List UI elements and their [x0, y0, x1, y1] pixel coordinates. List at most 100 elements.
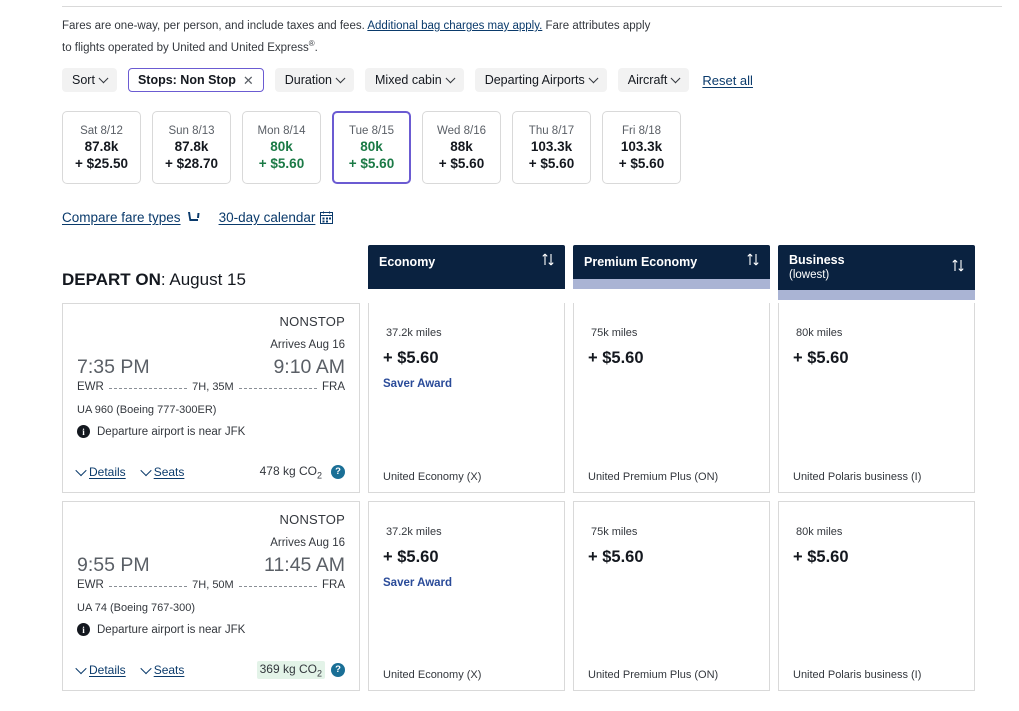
- close-icon[interactable]: ✕: [243, 74, 254, 87]
- reset-all-link[interactable]: Reset all: [702, 73, 753, 88]
- origin-code: EWR: [77, 381, 104, 393]
- date-tile-day: Thu 8/17: [528, 124, 575, 137]
- date-tile[interactable]: Sat 8/12 87.8k + $25.50: [62, 111, 141, 184]
- date-tile-miles: 88k: [450, 138, 473, 154]
- fare-cash: + $5.60: [793, 349, 849, 367]
- destination-code: FRA: [322, 381, 346, 393]
- details-label: Details: [89, 662, 126, 677]
- top-divider: [62, 6, 1002, 7]
- cabin-header-economy[interactable]: Economy: [368, 245, 565, 279]
- filter-mixed-cabin[interactable]: Mixed cabin: [365, 68, 464, 92]
- fare-cell[interactable]: 80k miles + $5.60 United Polaris business…: [778, 501, 975, 691]
- filter-departing-airports[interactable]: Departing Airports: [474, 68, 607, 92]
- flight-card-actions: Details Seats 369 kg CO2 ?: [75, 660, 345, 679]
- fare-miles-unit: miles: [611, 327, 638, 339]
- date-tile[interactable]: Mon 8/14 80k + $5.60: [242, 111, 321, 184]
- filter-aircraft-label: Aircraft: [627, 73, 668, 87]
- date-tile-miles: 103.3k: [620, 138, 663, 154]
- date-tile[interactable]: Fri 8/18 103.3k + $5.60: [602, 111, 681, 184]
- filter-stops-label: Stops: Non Stop: [137, 73, 236, 87]
- seats-toggle[interactable]: Seats: [140, 464, 185, 479]
- filter-mixed-cabin-label: Mixed cabin: [375, 73, 442, 87]
- cabin-header-business[interactable]: Business (lowest): [778, 245, 975, 290]
- fare-cell[interactable]: 75k miles + $5.60 United Premium Plus (ON…: [573, 303, 770, 493]
- 30-day-calendar-link[interactable]: 30-day calendar: [219, 210, 334, 225]
- chevron-down-icon: [75, 464, 87, 477]
- route-row: EWR 7H, 50M FRA: [77, 579, 345, 591]
- route-line: [108, 585, 188, 587]
- help-icon[interactable]: ?: [331, 662, 345, 677]
- destination-code: FRA: [322, 579, 346, 591]
- depart-on-heading: DEPART ON: August 15: [62, 270, 246, 290]
- filter-duration[interactable]: Duration: [274, 68, 354, 92]
- co2-amount: 478 kg CO: [259, 463, 317, 478]
- chevron-down-icon: [335, 72, 346, 83]
- fare-miles: 80k miles: [793, 520, 960, 540]
- fare-cell[interactable]: 37.2k miles + $5.60 Saver Award United Ec…: [368, 501, 565, 691]
- flight-times: 9:55 PM 11:45 AM: [77, 554, 345, 577]
- date-selector-strip: Sat 8/12 87.8k + $25.50 Sun 8/13 87.8k +…: [62, 111, 681, 184]
- date-tile-selected[interactable]: Tue 8/15 80k + $5.60: [332, 111, 411, 184]
- fare-cell[interactable]: 75k miles + $5.60 United Premium Plus (ON…: [573, 501, 770, 691]
- sort-icon[interactable]: [951, 258, 965, 278]
- date-tile[interactable]: Thu 8/17 103.3k + $5.60: [512, 111, 591, 184]
- date-tile-cash: + $28.70: [165, 155, 218, 171]
- details-toggle[interactable]: Details: [75, 662, 126, 677]
- fare-cell[interactable]: 37.2k miles + $5.60 Saver Award United Ec…: [368, 303, 565, 493]
- disclaimer-period: .: [314, 41, 318, 54]
- filter-sort-label: Sort: [72, 73, 95, 87]
- fare-miles-value: 80k: [796, 526, 814, 538]
- date-tile-cash: + $5.60: [438, 155, 485, 171]
- flight-card: NONSTOP Arrives Aug 16 9:55 PM 11:45 AM …: [62, 501, 360, 691]
- date-tile-miles: 80k: [360, 138, 383, 154]
- 30-day-calendar-label: 30-day calendar: [218, 210, 316, 225]
- filter-sort[interactable]: Sort: [62, 68, 117, 92]
- flight-search-results: Fares are one-way, per person, and inclu…: [0, 0, 1019, 711]
- seats-label: Seats: [153, 464, 185, 479]
- chevron-down-icon: [140, 464, 152, 477]
- chevron-down-icon: [140, 662, 152, 675]
- cabin-header-premium-economy[interactable]: Premium Economy: [573, 245, 770, 279]
- co2-amount: 369 kg CO: [259, 661, 317, 676]
- help-icon[interactable]: ?: [331, 464, 345, 479]
- fare-miles: 37.2k miles: [383, 321, 550, 341]
- date-tile[interactable]: Wed 8/16 88k + $5.60: [422, 111, 501, 184]
- departure-time: 9:55 PM: [77, 554, 150, 576]
- co2-emissions: 369 kg CO2 ?: [256, 660, 345, 679]
- seats-toggle[interactable]: Seats: [140, 662, 184, 677]
- sort-icon[interactable]: [746, 252, 760, 272]
- depart-on-date: August 15: [169, 270, 246, 289]
- chevron-down-icon: [98, 72, 109, 83]
- fare-miles-unit: miles: [816, 327, 843, 339]
- details-toggle[interactable]: Details: [75, 464, 126, 479]
- sort-icon[interactable]: [541, 252, 555, 272]
- date-tile-miles: 87.8k: [174, 138, 209, 154]
- cabin-title: Premium Economy: [584, 255, 698, 269]
- fare-miles-value: 37.2k: [386, 327, 413, 339]
- fare-cell[interactable]: 80k miles + $5.60 United Polaris business…: [778, 303, 975, 493]
- fare-miles-unit: miles: [816, 526, 843, 538]
- compare-fare-types-link[interactable]: Compare fare types: [62, 210, 201, 225]
- date-tile-cash: + $5.60: [618, 155, 665, 171]
- cabin-accent-band: [778, 290, 975, 300]
- fare-class-label: United Premium Plus (ON): [588, 669, 719, 681]
- fare-column-economy: 37.2k miles + $5.60 Saver Award United Ec…: [368, 303, 565, 691]
- saver-award-badge: Saver Award: [383, 577, 453, 589]
- fare-cash: + $5.60: [588, 548, 644, 566]
- date-tile-day: Mon 8/14: [257, 124, 306, 137]
- cabin-column-headers: Economy Premium Economy Business (lowest…: [368, 245, 975, 300]
- arrival-date: Arrives Aug 16: [270, 339, 345, 351]
- aircraft-info: UA 960 (Boeing 777-300ER): [77, 404, 217, 416]
- additional-bag-charges-link[interactable]: Additional bag charges may apply.: [367, 20, 542, 32]
- seat-icon: [187, 212, 200, 221]
- compare-fare-types-label: Compare fare types: [62, 210, 181, 225]
- filter-aircraft[interactable]: Aircraft: [617, 68, 690, 92]
- date-tile-miles: 87.8k: [84, 138, 119, 154]
- filter-stops[interactable]: Stops: Non Stop ✕: [127, 68, 264, 92]
- co2-value: 369 kg CO2: [256, 660, 325, 679]
- arrival-date: Arrives Aug 16: [270, 537, 345, 549]
- chevron-down-icon: [445, 72, 456, 83]
- date-tile[interactable]: Sun 8/13 87.8k + $28.70: [152, 111, 231, 184]
- fare-class-label: United Economy (X): [383, 471, 482, 483]
- date-tile-day: Wed 8/16: [436, 124, 486, 137]
